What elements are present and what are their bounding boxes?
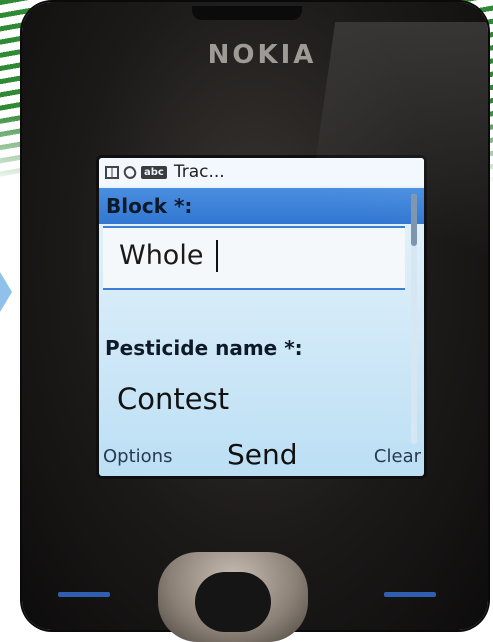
app-title: Trac...: [173, 162, 225, 182]
phone-device: NOKIA abc Trac... Block *: Whole Pestici…: [22, 2, 488, 630]
paperclip-icon: [121, 163, 139, 181]
text-cursor: [216, 240, 218, 272]
navigation-center-key[interactable]: [195, 572, 271, 632]
send-softkey[interactable]: Send: [227, 438, 298, 471]
left-softkey-button[interactable]: [58, 592, 110, 597]
grid-icon: [105, 165, 119, 179]
softkey-bar: Options Send Clear: [99, 434, 424, 476]
earpiece: [192, 6, 302, 20]
block-input-value: Whole: [119, 240, 204, 271]
clear-softkey[interactable]: Clear: [374, 446, 421, 467]
input-mode-indicator: abc: [141, 165, 167, 179]
options-softkey[interactable]: Options: [103, 446, 172, 467]
side-arrow-icon: [0, 272, 12, 312]
pesticide-name-input[interactable]: Contest: [117, 382, 229, 416]
pesticide-name-label: Pesticide name *:: [105, 336, 303, 360]
right-softkey-button[interactable]: [384, 592, 436, 597]
block-field-label: Block *:: [106, 194, 193, 218]
screen-glare: [288, 22, 488, 352]
brand-logo: NOKIA: [207, 40, 317, 70]
